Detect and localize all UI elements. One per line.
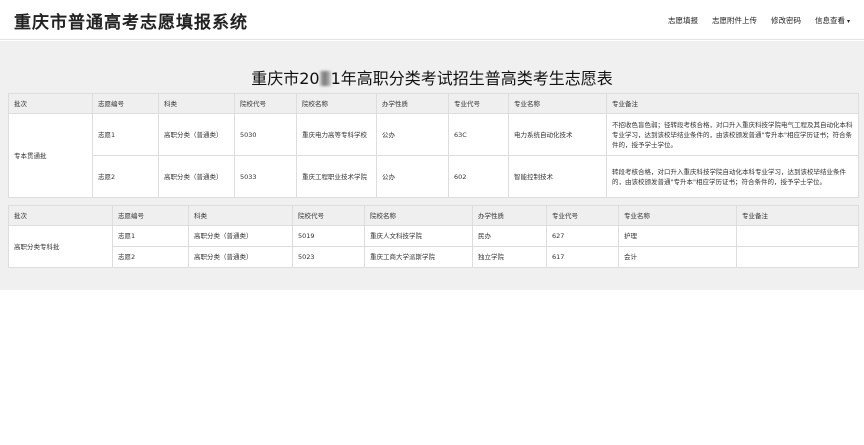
category-cell: 高职分类（普通类） — [158, 113, 235, 156]
nav-fill-wishes[interactable]: 志愿填报 — [668, 15, 698, 26]
wish-table-undergrad-bridge: 批次 志愿编号 科类 院校代号 院校名称 办学性质 专业代号 专业名称 专业备注… — [8, 93, 859, 198]
nav-upload-attachments[interactable]: 志愿附件上传 — [712, 15, 757, 26]
major-name-cell: 护理 — [618, 225, 737, 247]
table-header-row: 批次 志愿编号 科类 院校代号 院校名称 办学性质 专业代号 专业名称 专业备注 — [8, 205, 859, 226]
col-header: 志愿编号 — [112, 205, 189, 226]
col-header: 批次 — [8, 205, 113, 226]
wish-no-cell: 志愿1 — [92, 113, 159, 156]
major-name-cell: 会计 — [618, 246, 737, 268]
category-cell: 高职分类（普通类） — [158, 155, 235, 198]
wish-table-vocational-college: 批次 志愿编号 科类 院校代号 院校名称 办学性质 专业代号 专业名称 专业备注… — [8, 205, 859, 268]
wish-no-cell: 志愿1 — [112, 225, 189, 247]
col-header: 院校名称 — [364, 205, 473, 226]
col-header: 批次 — [8, 93, 93, 114]
col-header: 院校名称 — [296, 93, 377, 114]
remark-cell: 不招收色盲色弱；径转段考核合格，对口升入重庆科技学院电气工程及其自动化本科专业学… — [606, 113, 859, 156]
col-header: 科类 — [188, 205, 293, 226]
col-header: 科类 — [158, 93, 235, 114]
table-row: 志愿2 高职分类（普通类） 5033 重庆工程职业技术学院 公办 602 智能控… — [9, 155, 859, 198]
major-code-cell: 617 — [546, 246, 619, 268]
school-name-cell: 重庆电力高等专科学校 — [296, 113, 377, 156]
nature-cell: 公办 — [376, 155, 449, 198]
nav-view-info[interactable]: 信息查看 ▾ — [815, 15, 850, 26]
col-header: 专业名称 — [508, 93, 607, 114]
nav-menu: 志愿填报 志愿附件上传 修改密码 信息查看 ▾ — [654, 0, 850, 40]
redacted-digit — [319, 71, 331, 86]
remark-cell — [736, 225, 859, 247]
col-header: 办学性质 — [376, 93, 449, 114]
page-title: 重庆市20 1年高职分类考试招生普高类考生志愿表 — [0, 65, 864, 89]
wish-no-cell: 志愿2 — [112, 246, 189, 268]
table-row: 高职分类专科批 志愿1 高职分类（普通类） 5019 重庆人文科技学院 民办 6… — [8, 225, 859, 268]
remark-cell — [736, 246, 859, 268]
page-title-suffix: 1年高职分类考试招生普高类考生志愿表 — [330, 69, 613, 88]
school-code-cell: 5023 — [292, 246, 365, 268]
table-row: 志愿2 高职分类（普通类） 5023 重庆工商大学派斯学院 独立学院 617 会… — [9, 246, 859, 268]
major-name-cell: 智能控制技术 — [508, 155, 607, 198]
app-title: 重庆市普通高考志愿填报系统 — [14, 13, 248, 33]
table-header-row: 批次 志愿编号 科类 院校代号 院校名称 办学性质 专业代号 专业名称 专业备注 — [8, 93, 859, 114]
col-header: 专业代号 — [448, 93, 509, 114]
batch-cell: 高职分类专科批 — [8, 225, 113, 268]
nature-cell: 民办 — [472, 225, 547, 247]
school-code-cell: 5033 — [234, 155, 297, 198]
school-name-cell: 重庆工商大学派斯学院 — [364, 246, 473, 268]
col-header: 专业备注 — [606, 93, 859, 114]
col-header: 专业备注 — [736, 205, 859, 226]
school-code-cell: 5030 — [234, 113, 297, 156]
major-code-cell: 602 — [448, 155, 509, 198]
remark-cell: 转段考核合格，对口升入重庆科技学院自动化本科专业学习，达到该校毕结业条件的，由该… — [606, 155, 859, 198]
school-code-cell: 5019 — [292, 225, 365, 247]
page-title-prefix: 重庆市20 — [251, 69, 320, 88]
category-cell: 高职分类（普通类） — [188, 246, 293, 268]
nav-change-password[interactable]: 修改密码 — [771, 15, 801, 26]
col-header: 院校代号 — [234, 93, 297, 114]
col-header: 办学性质 — [472, 205, 547, 226]
nature-cell: 公办 — [376, 113, 449, 156]
col-header: 专业代号 — [546, 205, 619, 226]
school-name-cell: 重庆工程职业技术学院 — [296, 155, 377, 198]
major-code-cell: 627 — [546, 225, 619, 247]
school-name-cell: 重庆人文科技学院 — [364, 225, 473, 247]
table-row: 专本贯通批 志愿1 高职分类（普通类） 5030 重庆电力高等专科学校 公办 6… — [8, 113, 859, 198]
major-name-cell: 电力系统自动化技术 — [508, 113, 607, 156]
col-header: 专业名称 — [618, 205, 737, 226]
category-cell: 高职分类（普通类） — [188, 225, 293, 247]
col-header: 院校代号 — [292, 205, 365, 226]
major-code-cell: 63C — [448, 113, 509, 156]
main-content: 重庆市20 1年高职分类考试招生普高类考生志愿表 批次 志愿编号 科类 院校代号 … — [0, 41, 864, 290]
batch-cell: 专本贯通批 — [8, 113, 93, 198]
col-header: 志愿编号 — [92, 93, 159, 114]
navbar: 重庆市普通高考志愿填报系统 志愿填报 志愿附件上传 修改密码 信息查看 ▾ — [0, 0, 864, 40]
wish-no-cell: 志愿2 — [92, 155, 159, 198]
caret-down-icon: ▾ — [846, 17, 850, 25]
nav-view-info-label: 信息查看 — [814, 15, 845, 25]
nature-cell: 独立学院 — [472, 246, 547, 268]
